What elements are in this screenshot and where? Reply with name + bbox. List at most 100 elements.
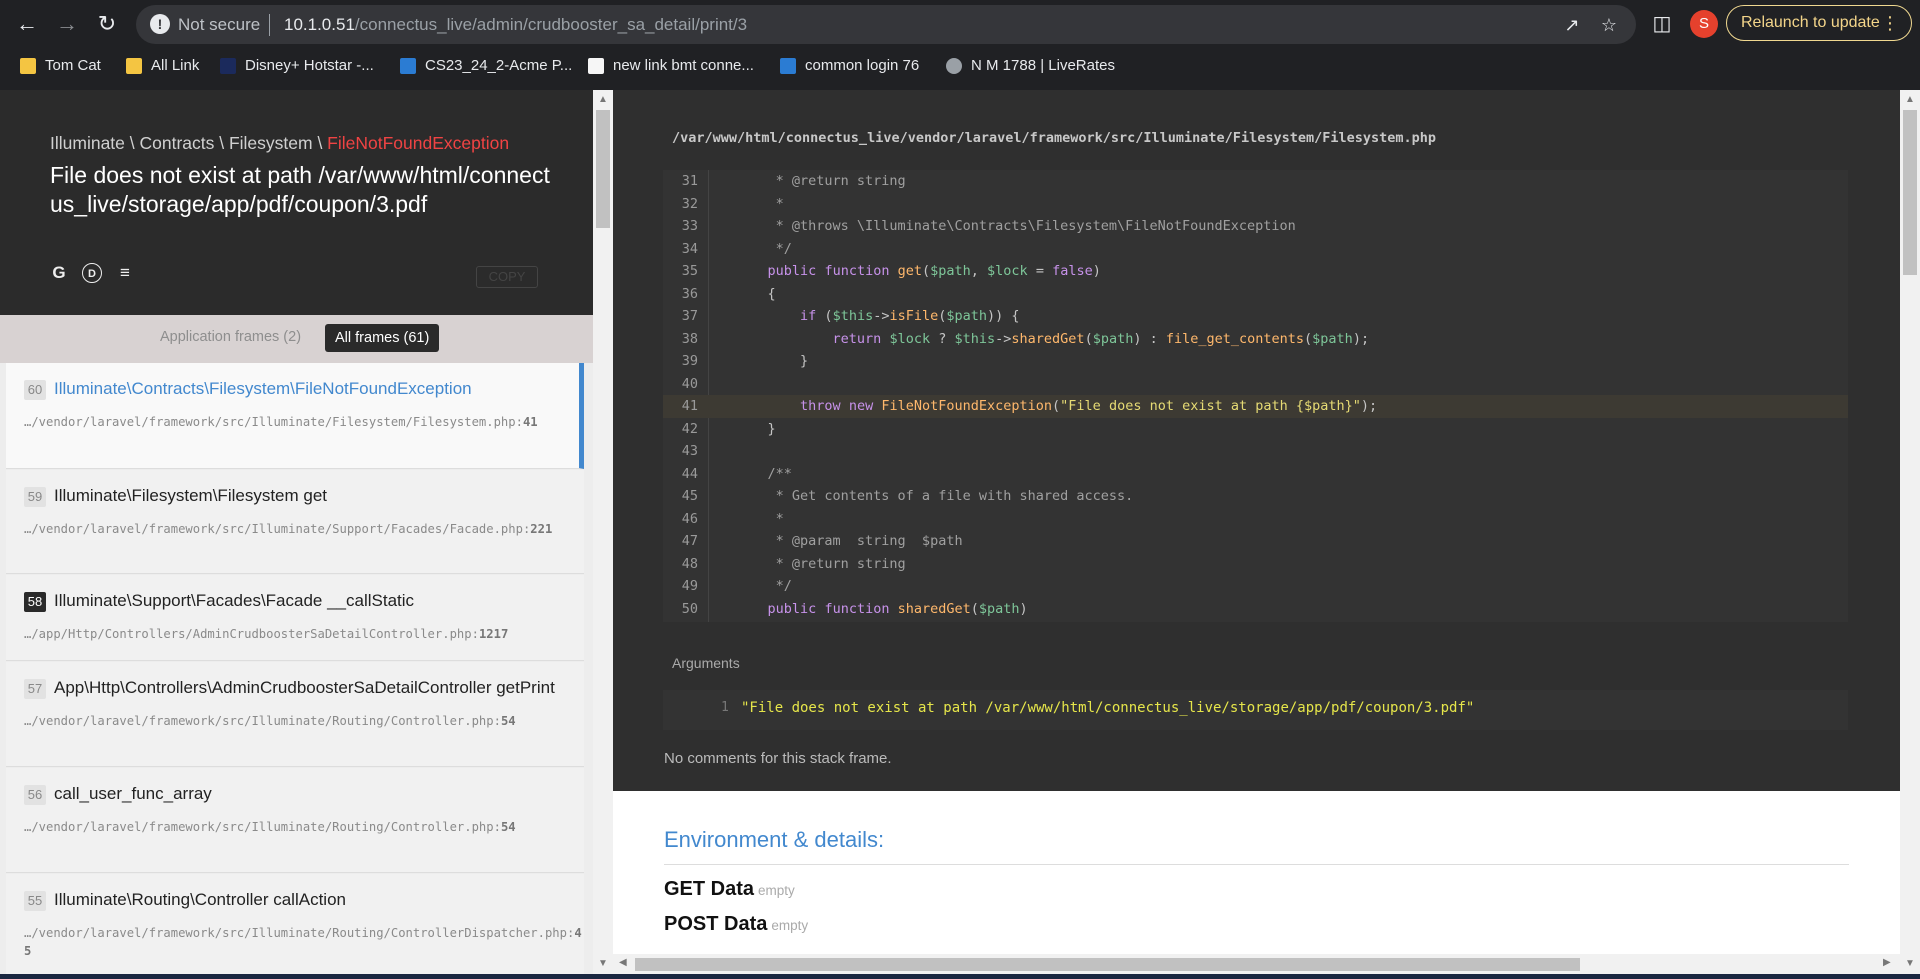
- page-icon: [588, 57, 604, 74]
- bookmark-item[interactable]: new link bmt conne...: [588, 57, 754, 74]
- folder-icon: [126, 57, 142, 74]
- frame-file: …/vendor/laravel/framework/src/Illuminat…: [24, 522, 553, 536]
- side-panel-icon[interactable]: ◫: [1650, 12, 1674, 36]
- bookmark-item[interactable]: All Link: [126, 57, 199, 74]
- line-number: 50: [681, 600, 698, 617]
- bookmarks-bar: Tom Cat All Link Disney+ Hotstar -... CS…: [0, 52, 1920, 82]
- scroll-up-icon[interactable]: ▲: [1904, 94, 1916, 105]
- scroll-down-icon[interactable]: ▼: [1904, 958, 1916, 969]
- folder-icon: [20, 57, 36, 74]
- code-line: 45 * Get contents of a file with shared …: [663, 485, 1848, 508]
- reload-icon[interactable]: ↻: [93, 10, 121, 38]
- line-number: 43: [681, 443, 698, 459]
- stack-frame[interactable]: 60 Illuminate\Contracts\Filesystem\FileN…: [6, 363, 584, 469]
- code-text: * @param string $path: [735, 533, 963, 549]
- code-line: 43: [663, 440, 1848, 463]
- error-page: Illuminate \ Contracts \ Filesystem \ Fi…: [0, 90, 1920, 979]
- code-text: */: [735, 578, 792, 594]
- code-text: public function get($path, $lock = false…: [767, 263, 1101, 279]
- stackoverflow-icon[interactable]: ≡: [115, 263, 135, 283]
- left-scrollbar[interactable]: ▲ ▼: [593, 90, 613, 979]
- copy-button[interactable]: COPY: [476, 266, 538, 288]
- code-line: 35 public function get($path, $lock = fa…: [663, 260, 1848, 283]
- scroll-right-icon[interactable]: ▶: [1883, 957, 1891, 968]
- stack-frame[interactable]: 57 App\Http\Controllers\AdminCrudbooster…: [6, 662, 584, 767]
- app-icon: [780, 57, 796, 74]
- scroll-thumb[interactable]: [1903, 110, 1917, 275]
- scroll-down-icon[interactable]: ▼: [597, 958, 609, 969]
- menu-dots-icon[interactable]: ⋮: [1881, 6, 1899, 40]
- relaunch-button[interactable]: Relaunch to update ⋮: [1726, 5, 1912, 41]
- argument-value: "File does not exist at path /var/www/ht…: [741, 700, 1475, 716]
- scroll-thumb[interactable]: [596, 110, 610, 228]
- arguments-box: 1 "File does not exist at path /var/www/…: [663, 690, 1848, 730]
- application-frames-tab[interactable]: Application frames (2): [160, 329, 301, 345]
- back-arrow-icon[interactable]: ←: [13, 10, 41, 38]
- bookmark-item[interactable]: Tom Cat: [20, 57, 101, 74]
- line-number: 49: [681, 578, 698, 594]
- google-search-icon[interactable]: G: [49, 263, 69, 283]
- code-line: 41 throw new FileNotFoundException("File…: [663, 395, 1848, 418]
- frame-file: …/app/Http/Controllers/AdminCrudboosterS…: [24, 627, 509, 641]
- forward-arrow-icon[interactable]: →: [53, 10, 81, 38]
- globe-icon: [946, 57, 962, 74]
- code-text: {: [735, 620, 776, 622]
- all-frames-tab[interactable]: All frames (61): [325, 324, 440, 352]
- line-number: 39: [681, 353, 698, 369]
- post-data-value: empty: [771, 918, 809, 933]
- bookmark-item[interactable]: Disney+ Hotstar -...: [220, 57, 374, 74]
- app-icon: [400, 57, 416, 74]
- code-text: }: [735, 420, 776, 437]
- address-bar[interactable]: ! Not secure 10.1.0.51/connectus_live/ad…: [136, 5, 1636, 44]
- profile-avatar[interactable]: S: [1690, 10, 1718, 38]
- code-line: 44 /**: [663, 463, 1848, 486]
- frame-class: call_user_func_array: [54, 784, 212, 803]
- line-number: 35: [681, 263, 698, 279]
- frame-number: 58: [24, 592, 46, 612]
- bookmark-item[interactable]: common login 76: [780, 57, 919, 74]
- bookmark-star-icon[interactable]: ☆: [1598, 14, 1620, 36]
- stack-frame[interactable]: 55 Illuminate\Routing\Controller callAct…: [6, 874, 584, 979]
- code-line: 46 *: [663, 508, 1848, 531]
- argument-number: 1: [721, 700, 729, 715]
- stack-frame[interactable]: 58 Illuminate\Support\Facades\Facade __c…: [6, 575, 584, 661]
- stack-frame[interactable]: 56 call_user_func_array …/vendor/laravel…: [6, 768, 584, 873]
- duckduckgo-icon[interactable]: D: [82, 263, 102, 283]
- frame-number: 56: [24, 785, 46, 805]
- bookmark-item[interactable]: CS23_24_2-Acme P...: [400, 57, 572, 74]
- scroll-up-icon[interactable]: ▲: [597, 94, 609, 105]
- code-viewer[interactable]: 31 * @return string 32 * 33 * @throws \Ill…: [663, 170, 1848, 622]
- divider: [664, 864, 1849, 865]
- line-number: 42: [681, 420, 698, 437]
- code-line: 40: [663, 373, 1848, 396]
- code-text: * Get contents of a file with shared acc…: [735, 488, 1134, 504]
- code-line: 51 {: [663, 620, 1848, 622]
- scroll-left-icon[interactable]: ◀: [619, 957, 627, 968]
- scroll-thumb[interactable]: [635, 958, 1580, 971]
- divider: [269, 14, 270, 36]
- exception-class: Illuminate \ Contracts \ Filesystem \ Fi…: [50, 133, 510, 153]
- code-line: 37 if ($this->isFile($path)) {: [663, 305, 1848, 328]
- line-number: 32: [681, 195, 698, 212]
- share-icon[interactable]: ↗: [1561, 14, 1583, 36]
- frame-number: 55: [24, 891, 46, 911]
- right-scrollbar[interactable]: ▲ ▼: [1900, 90, 1920, 979]
- line-number: 46: [681, 510, 698, 527]
- frame-number: 60: [24, 380, 46, 400]
- stack-frame[interactable]: 59 Illuminate\Filesystem\Filesystem get …: [6, 470, 584, 574]
- bookmark-item[interactable]: N M 1788 | LiveRates: [946, 57, 1115, 74]
- exception-message: File does not exist at path /var/www/htm…: [50, 162, 550, 217]
- line-number: 40: [681, 375, 698, 392]
- frame-file: …/vendor/laravel/framework/src/Illuminat…: [24, 926, 582, 958]
- horizontal-scrollbar[interactable]: ◀ ▶: [613, 954, 1900, 974]
- code-line: 31 * @return string: [663, 170, 1848, 193]
- warning-icon[interactable]: !: [150, 14, 170, 34]
- frame-class: Illuminate\Contracts\Filesystem\FileNotF…: [54, 379, 472, 398]
- line-number: 41: [681, 398, 698, 414]
- line-number: 51: [663, 620, 698, 622]
- hotstar-icon: [220, 57, 236, 74]
- url-text[interactable]: 10.1.0.51/connectus_live/admin/crudboost…: [284, 15, 747, 35]
- code-line: 34 */: [663, 238, 1848, 261]
- get-data-value: empty: [758, 883, 795, 898]
- code-line: 32 *: [663, 193, 1848, 216]
